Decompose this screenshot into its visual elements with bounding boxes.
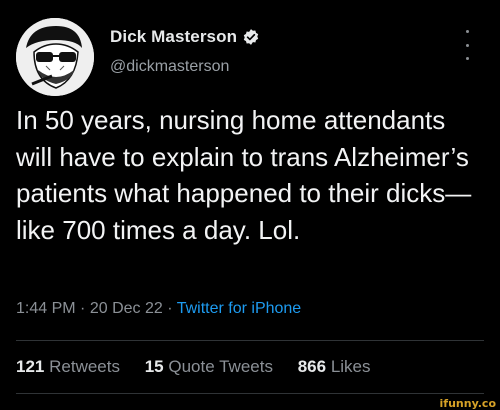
meta-separator: · — [167, 300, 173, 317]
retweets-count: 121 — [16, 357, 45, 376]
avatar[interactable] — [16, 18, 94, 96]
verified-badge-icon — [242, 28, 260, 46]
ifunny-watermark: ifunny.co — [439, 397, 496, 410]
divider — [16, 340, 484, 341]
likes-count: 866 — [297, 357, 327, 376]
tweet-source-link[interactable]: Twitter for iPhone — [177, 300, 302, 317]
quote-tweets-stat[interactable]: 15 Quote Tweets — [145, 357, 278, 376]
tweet-time[interactable]: 1:44 PM — [16, 300, 76, 317]
meta-separator: · — [80, 300, 86, 317]
likes-stat[interactable]: 866 Likes — [298, 357, 371, 376]
tweet-stats: 121 Retweets 15 Quote Tweets 866 Likes — [16, 357, 391, 377]
tweet-meta: 1:44 PM · 20 Dec 22 · Twitter for iPhone — [16, 300, 301, 318]
author-name-row: Dick Masterson — [110, 27, 260, 47]
tweet-card: Dick Masterson @dickmasterson In 50 year… — [0, 0, 500, 410]
author-handle[interactable]: @dickmasterson — [110, 58, 229, 76]
quote-tweets-label: Quote Tweets — [168, 357, 273, 376]
retweets-label: Retweets — [49, 357, 120, 376]
avatar-illustration-icon — [16, 18, 94, 96]
retweets-stat[interactable]: 121 Retweets — [16, 357, 125, 376]
tweet-text: In 50 years, nursing home attendants wil… — [16, 105, 472, 245]
divider — [16, 393, 484, 394]
quote-tweets-count: 15 — [144, 357, 164, 376]
author-display-name[interactable]: Dick Masterson — [110, 27, 237, 47]
likes-label: Likes — [330, 357, 371, 376]
more-options-icon[interactable] — [462, 30, 472, 60]
tweet-date[interactable]: 20 Dec 22 — [90, 300, 163, 317]
